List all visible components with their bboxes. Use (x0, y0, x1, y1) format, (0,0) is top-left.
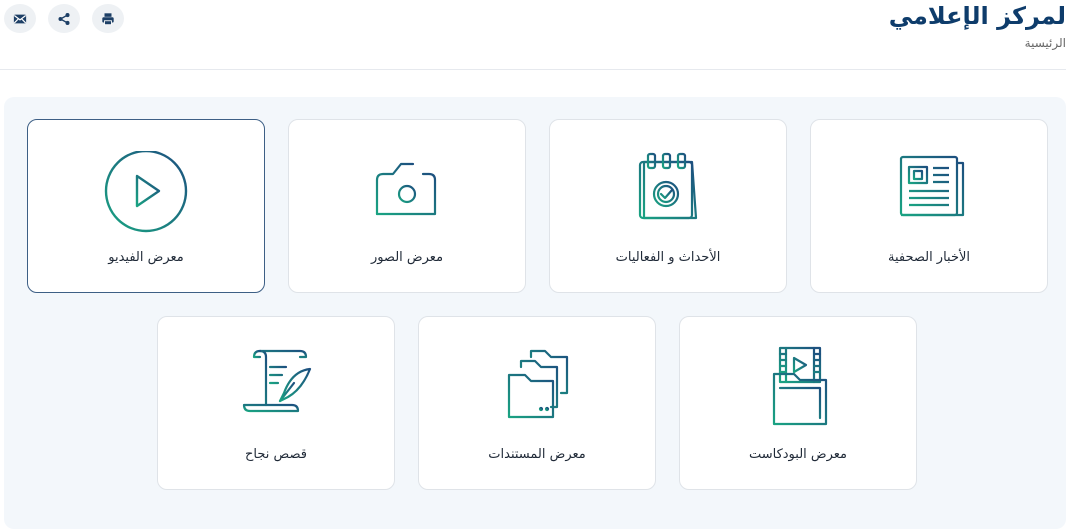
card-photo-gallery[interactable]: معرض الصور (288, 119, 526, 293)
card-podcast-gallery[interactable]: معرض البودكاست (679, 316, 917, 490)
card-success-stories[interactable]: قصص نجاح (157, 316, 395, 490)
page-title: لمركز الإعلامي (888, 2, 1066, 30)
folders-icon (493, 347, 581, 419)
calendar-check-icon (624, 150, 712, 222)
share-button[interactable] (48, 4, 80, 33)
share-icon (58, 12, 70, 25)
video-folder-icon (754, 346, 842, 426)
camera-icon (363, 150, 451, 222)
card-label: قصص نجاح (245, 447, 307, 462)
page-actions (4, 4, 124, 33)
header-divider (0, 69, 1066, 70)
card-label: معرض الفيديو (108, 250, 184, 265)
newspaper-icon (885, 150, 973, 222)
card-label: الأحداث و الفعاليات (615, 250, 721, 265)
print-icon (102, 12, 114, 25)
breadcrumb[interactable]: الرئيسية (1025, 36, 1066, 50)
card-press-news[interactable]: الأخبار الصحفية (810, 119, 1048, 293)
card-label: معرض البودكاست (748, 447, 848, 462)
card-events[interactable]: الأحداث و الفعاليات (549, 119, 787, 293)
scroll-quill-icon (232, 347, 320, 419)
card-label: معرض المستندات (488, 447, 586, 462)
email-button[interactable] (4, 4, 36, 33)
media-center-panel: الأخبار الصحفية الأحداث و الفعاليات معرض… (4, 97, 1066, 529)
card-documents-gallery[interactable]: معرض المستندات (418, 316, 656, 490)
card-label: الأخبار الصحفية (887, 250, 971, 265)
card-label: معرض الصور (370, 250, 444, 265)
print-button[interactable] (92, 4, 124, 33)
card-video-gallery[interactable]: معرض الفيديو (27, 119, 265, 293)
mail-icon (13, 14, 27, 23)
play-circle-icon (102, 150, 190, 233)
